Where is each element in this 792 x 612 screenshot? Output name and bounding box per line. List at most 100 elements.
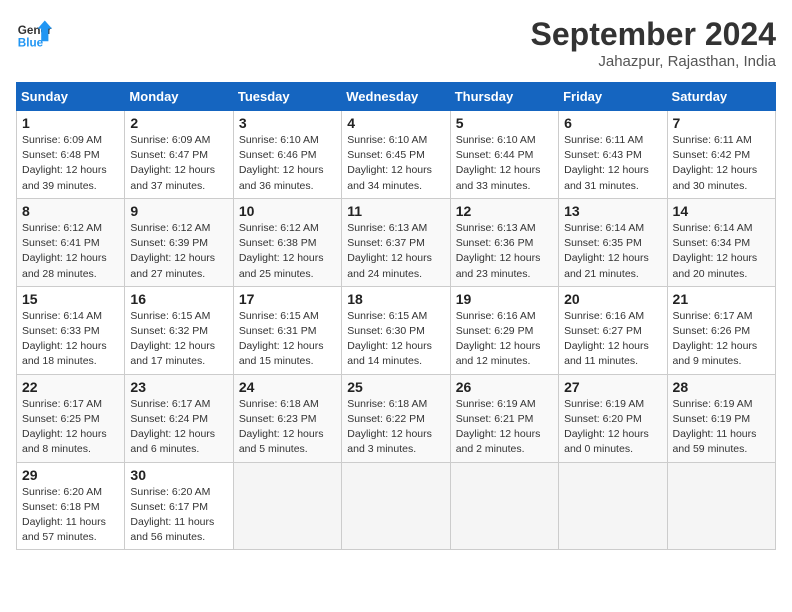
day-number: 5 [456, 115, 553, 131]
calendar-cell: 22Sunrise: 6:17 AM Sunset: 6:25 PM Dayli… [17, 374, 125, 462]
day-info: Sunrise: 6:12 AM Sunset: 6:38 PM Dayligh… [239, 221, 336, 282]
calendar-cell: 7 Sunrise: 6:11 AM Sunset: 6:42 PM Daylig… [667, 111, 775, 199]
day-info: Sunrise: 6:17 AM Sunset: 6:24 PM Dayligh… [130, 397, 227, 458]
day-info: Sunrise: 6:19 AM Sunset: 6:19 PM Dayligh… [673, 397, 770, 458]
day-info: Sunrise: 6:15 AM Sunset: 6:32 PM Dayligh… [130, 309, 227, 370]
day-info: Sunrise: 6:15 AM Sunset: 6:31 PM Dayligh… [239, 309, 336, 370]
calendar-cell: 16 Sunrise: 6:15 AM Sunset: 6:32 PM Dayli… [125, 286, 233, 374]
calendar-cell: 4 Sunrise: 6:10 AM Sunset: 6:45 PM Daylig… [342, 111, 450, 199]
day-info: Sunrise: 6:10 AM Sunset: 6:45 PM Dayligh… [347, 133, 444, 194]
calendar-cell [342, 462, 450, 550]
day-info: Sunrise: 6:20 AM Sunset: 6:18 PM Dayligh… [22, 485, 119, 546]
day-info: Sunrise: 6:19 AM Sunset: 6:21 PM Dayligh… [456, 397, 553, 458]
day-number: 11 [347, 203, 444, 219]
calendar-cell: 5 Sunrise: 6:10 AM Sunset: 6:44 PM Daylig… [450, 111, 558, 199]
title-block: September 2024 Jahazpur, Rajasthan, Indi… [531, 16, 776, 70]
day-info: Sunrise: 6:13 AM Sunset: 6:37 PM Dayligh… [347, 221, 444, 282]
day-number: 13 [564, 203, 661, 219]
calendar-cell: 18 Sunrise: 6:15 AM Sunset: 6:30 PM Dayli… [342, 286, 450, 374]
weekday-header: Sunday [17, 83, 125, 111]
day-info: Sunrise: 6:17 AM Sunset: 6:25 PM Dayligh… [22, 397, 119, 458]
calendar-cell: 6 Sunrise: 6:11 AM Sunset: 6:43 PM Daylig… [559, 111, 667, 199]
day-info: Sunrise: 6:10 AM Sunset: 6:44 PM Dayligh… [456, 133, 553, 194]
weekday-header: Saturday [667, 83, 775, 111]
day-number: 21 [673, 291, 770, 307]
day-info: Sunrise: 6:18 AM Sunset: 6:23 PM Dayligh… [239, 397, 336, 458]
calendar-week-row: 29 Sunrise: 6:20 AM Sunset: 6:18 PM Dayli… [17, 462, 776, 550]
day-number: 1 [22, 115, 119, 131]
day-info: Sunrise: 6:19 AM Sunset: 6:20 PM Dayligh… [564, 397, 661, 458]
calendar-cell: 20 Sunrise: 6:16 AM Sunset: 6:27 PM Dayli… [559, 286, 667, 374]
day-number: 30 [130, 467, 227, 483]
calendar-week-row: 15 Sunrise: 6:14 AM Sunset: 6:33 PM Dayli… [17, 286, 776, 374]
day-number: 4 [347, 115, 444, 131]
calendar-cell [450, 462, 558, 550]
calendar-cell [559, 462, 667, 550]
calendar-cell: 9Sunrise: 6:12 AM Sunset: 6:39 PM Daylig… [125, 198, 233, 286]
calendar-cell: 2Sunrise: 6:09 AM Sunset: 6:47 PM Daylig… [125, 111, 233, 199]
weekday-header: Thursday [450, 83, 558, 111]
day-info: Sunrise: 6:18 AM Sunset: 6:22 PM Dayligh… [347, 397, 444, 458]
day-info: Sunrise: 6:13 AM Sunset: 6:36 PM Dayligh… [456, 221, 553, 282]
calendar-week-row: 8 Sunrise: 6:12 AM Sunset: 6:41 PM Daylig… [17, 198, 776, 286]
weekday-header: Wednesday [342, 83, 450, 111]
calendar-cell: 3 Sunrise: 6:10 AM Sunset: 6:46 PM Daylig… [233, 111, 341, 199]
day-info: Sunrise: 6:11 AM Sunset: 6:42 PM Dayligh… [673, 133, 770, 194]
weekday-header-row: SundayMondayTuesdayWednesdayThursdayFrid… [17, 83, 776, 111]
day-info: Sunrise: 6:16 AM Sunset: 6:27 PM Dayligh… [564, 309, 661, 370]
day-number: 20 [564, 291, 661, 307]
day-number: 16 [130, 291, 227, 307]
day-number: 25 [347, 379, 444, 395]
day-info: Sunrise: 6:15 AM Sunset: 6:30 PM Dayligh… [347, 309, 444, 370]
calendar-cell: 13 Sunrise: 6:14 AM Sunset: 6:35 PM Dayli… [559, 198, 667, 286]
calendar-cell: 12Sunrise: 6:13 AM Sunset: 6:36 PM Dayli… [450, 198, 558, 286]
day-info: Sunrise: 6:17 AM Sunset: 6:26 PM Dayligh… [673, 309, 770, 370]
calendar-week-row: 22Sunrise: 6:17 AM Sunset: 6:25 PM Dayli… [17, 374, 776, 462]
day-info: Sunrise: 6:10 AM Sunset: 6:46 PM Dayligh… [239, 133, 336, 194]
day-number: 15 [22, 291, 119, 307]
calendar-table: SundayMondayTuesdayWednesdayThursdayFrid… [16, 82, 776, 550]
day-info: Sunrise: 6:12 AM Sunset: 6:39 PM Dayligh… [130, 221, 227, 282]
calendar-cell: 24 Sunrise: 6:18 AM Sunset: 6:23 PM Dayli… [233, 374, 341, 462]
day-info: Sunrise: 6:14 AM Sunset: 6:35 PM Dayligh… [564, 221, 661, 282]
calendar-cell: 8 Sunrise: 6:12 AM Sunset: 6:41 PM Daylig… [17, 198, 125, 286]
day-number: 7 [673, 115, 770, 131]
logo: General Blue [16, 16, 52, 52]
calendar-week-row: 1Sunrise: 6:09 AM Sunset: 6:48 PM Daylig… [17, 111, 776, 199]
day-number: 14 [673, 203, 770, 219]
day-number: 29 [22, 467, 119, 483]
calendar-cell [667, 462, 775, 550]
day-number: 24 [239, 379, 336, 395]
calendar-cell: 29 Sunrise: 6:20 AM Sunset: 6:18 PM Dayli… [17, 462, 125, 550]
calendar-cell: 15 Sunrise: 6:14 AM Sunset: 6:33 PM Dayli… [17, 286, 125, 374]
day-info: Sunrise: 6:14 AM Sunset: 6:33 PM Dayligh… [22, 309, 119, 370]
day-number: 27 [564, 379, 661, 395]
weekday-header: Friday [559, 83, 667, 111]
calendar-cell: 23 Sunrise: 6:17 AM Sunset: 6:24 PM Dayli… [125, 374, 233, 462]
calendar-cell: 11 Sunrise: 6:13 AM Sunset: 6:37 PM Dayli… [342, 198, 450, 286]
day-info: Sunrise: 6:12 AM Sunset: 6:41 PM Dayligh… [22, 221, 119, 282]
calendar-cell: 1Sunrise: 6:09 AM Sunset: 6:48 PM Daylig… [17, 111, 125, 199]
location: Jahazpur, Rajasthan, India [531, 53, 776, 70]
calendar-cell: 25 Sunrise: 6:18 AM Sunset: 6:22 PM Dayli… [342, 374, 450, 462]
weekday-header: Tuesday [233, 83, 341, 111]
calendar-cell: 30 Sunrise: 6:20 AM Sunset: 6:17 PM Dayli… [125, 462, 233, 550]
day-info: Sunrise: 6:14 AM Sunset: 6:34 PM Dayligh… [673, 221, 770, 282]
svg-text:Blue: Blue [18, 37, 44, 50]
logo-icon: General Blue [16, 16, 52, 52]
day-info: Sunrise: 6:09 AM Sunset: 6:47 PM Dayligh… [130, 133, 227, 194]
calendar-cell: 14 Sunrise: 6:14 AM Sunset: 6:34 PM Dayli… [667, 198, 775, 286]
day-number: 18 [347, 291, 444, 307]
day-number: 26 [456, 379, 553, 395]
day-number: 17 [239, 291, 336, 307]
day-number: 8 [22, 203, 119, 219]
day-number: 3 [239, 115, 336, 131]
calendar-cell: 27 Sunrise: 6:19 AM Sunset: 6:20 PM Dayli… [559, 374, 667, 462]
day-info: Sunrise: 6:20 AM Sunset: 6:17 PM Dayligh… [130, 485, 227, 546]
day-number: 10 [239, 203, 336, 219]
calendar-cell: 26 Sunrise: 6:19 AM Sunset: 6:21 PM Dayli… [450, 374, 558, 462]
day-info: Sunrise: 6:11 AM Sunset: 6:43 PM Dayligh… [564, 133, 661, 194]
day-number: 23 [130, 379, 227, 395]
day-info: Sunrise: 6:16 AM Sunset: 6:29 PM Dayligh… [456, 309, 553, 370]
day-number: 6 [564, 115, 661, 131]
